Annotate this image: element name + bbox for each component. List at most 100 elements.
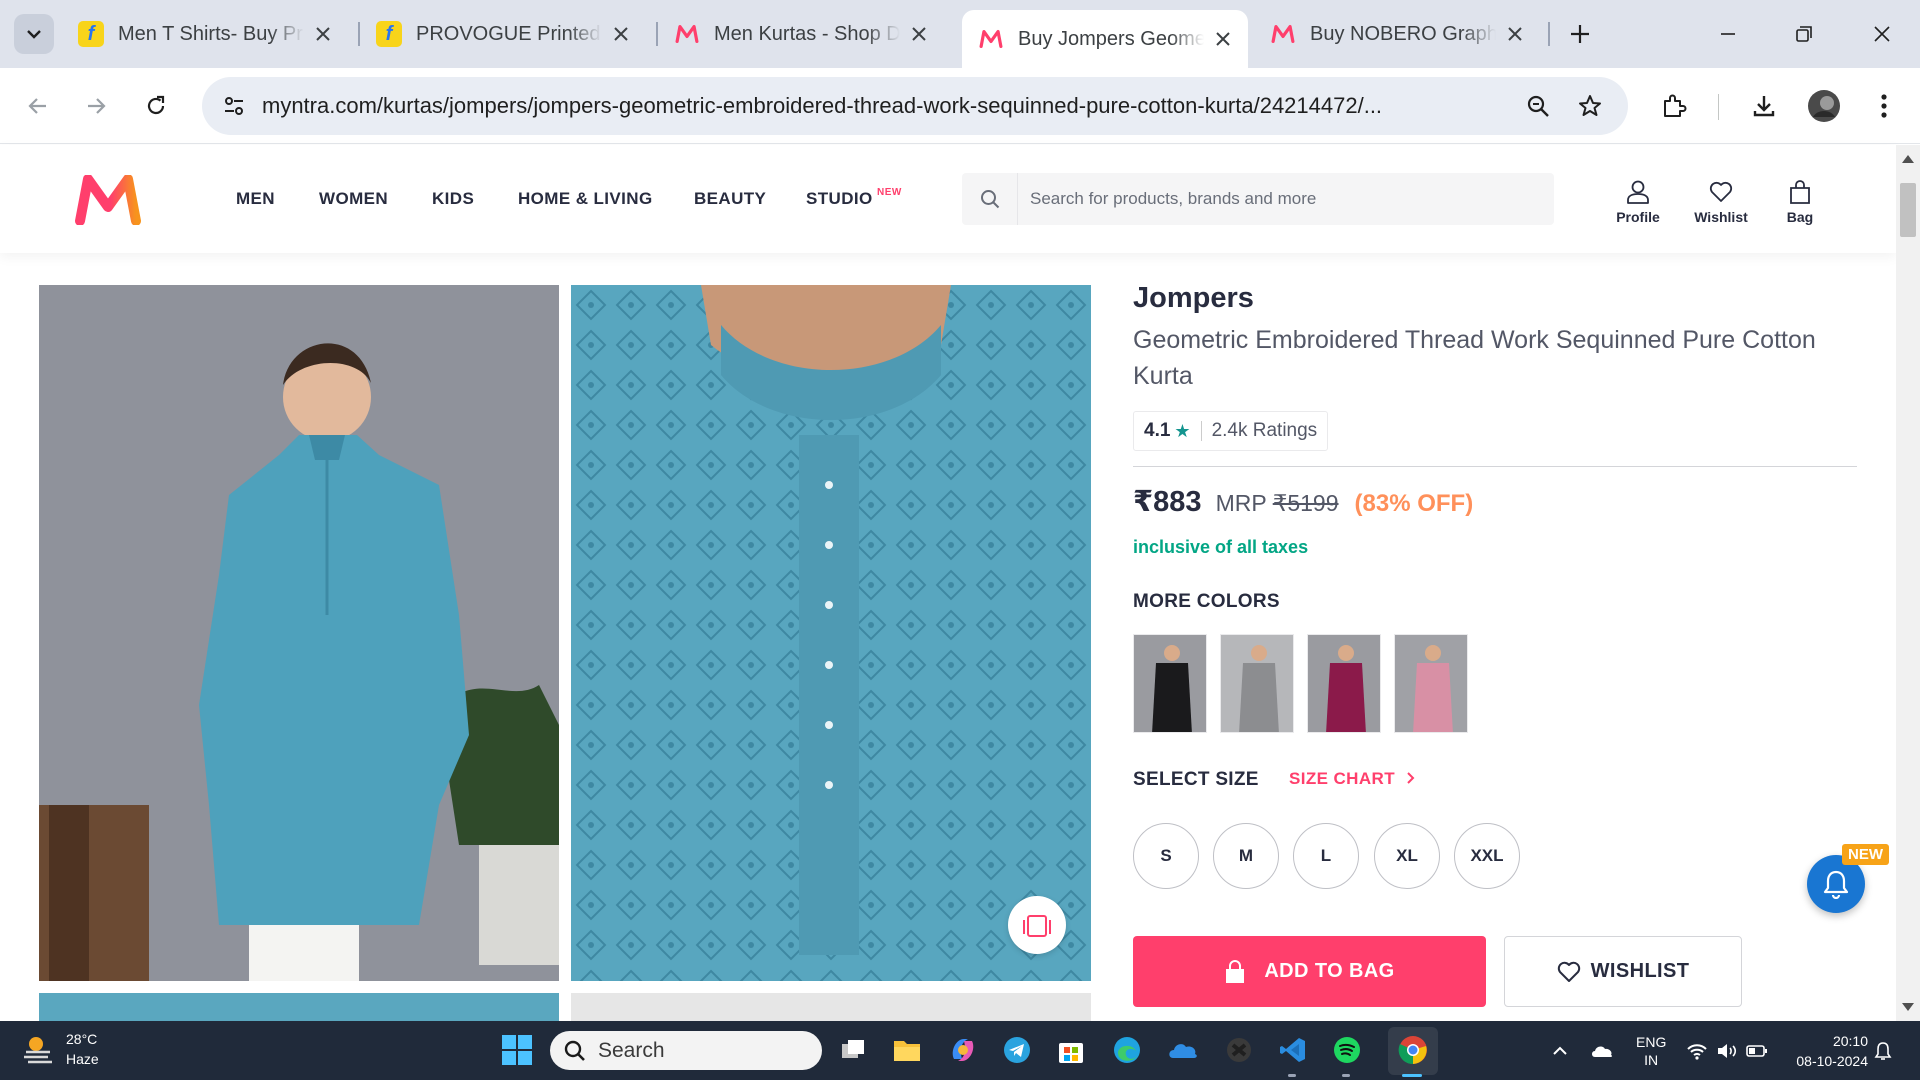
forward-button[interactable] (74, 84, 118, 128)
profile-button[interactable]: Profile (1603, 179, 1673, 225)
system-clock[interactable]: 20:10 08-10-2024 (1786, 1031, 1868, 1071)
vscode-icon[interactable] (1276, 1033, 1310, 1067)
bag-button[interactable]: Bag (1765, 179, 1835, 225)
bookmark-star-icon[interactable] (1572, 88, 1608, 124)
bag-icon (1226, 959, 1245, 983)
taskbar-search[interactable]: Search (550, 1031, 822, 1070)
page-scrollbar[interactable] (1896, 145, 1920, 1021)
size-chart-link[interactable]: SIZE CHART (1289, 769, 1416, 789)
downloads-button[interactable] (1742, 84, 1786, 128)
minimize-button[interactable] (1706, 14, 1750, 54)
profile-label: Profile (1616, 209, 1660, 225)
add-to-bag-button[interactable]: ADD TO BAG (1133, 936, 1486, 1007)
browser-tab[interactable]: f PROVOGUE Printed (360, 10, 646, 58)
reload-button[interactable] (134, 84, 178, 128)
address-bar[interactable]: myntra.com/kurtas/jompers/jompers-geomet… (202, 77, 1628, 135)
size-button-l[interactable]: L (1293, 823, 1359, 889)
windows-logo-icon (502, 1051, 516, 1065)
close-icon[interactable] (1504, 23, 1526, 45)
weather-haze-icon (24, 1037, 52, 1064)
add-to-bag-label: ADD TO BAG (1264, 960, 1395, 982)
chrome-menu-button[interactable] (1862, 84, 1906, 128)
onedrive-icon[interactable] (1166, 1033, 1200, 1067)
product-image-1[interactable] (39, 285, 559, 981)
notifications-icon[interactable] (1874, 1021, 1892, 1080)
product-image-3[interactable] (39, 993, 559, 1023)
rating-badge[interactable]: 4.1 ★ 2.4k Ratings (1133, 411, 1329, 451)
myntra-logo[interactable] (74, 174, 142, 226)
scroll-thumb[interactable] (1900, 183, 1916, 237)
color-swatch-black[interactable] (1133, 634, 1207, 733)
size-chart-label: SIZE CHART (1289, 769, 1395, 788)
tray-overflow-button[interactable] (1552, 1021, 1568, 1080)
chevron-up-icon (1553, 1046, 1567, 1055)
browser-toolbar: myntra.com/kurtas/jompers/jompers-geomet… (0, 68, 1920, 144)
language-indicator[interactable]: ENG IN (1636, 1021, 1666, 1080)
nav-studio[interactable]: STUDIO (806, 189, 873, 209)
edge-icon[interactable] (1110, 1033, 1144, 1067)
avatar-icon (1808, 90, 1840, 122)
wishlist-header-button[interactable]: Wishlist (1686, 179, 1756, 225)
close-icon[interactable] (610, 23, 632, 45)
weather-widget[interactable]: 28°C Haze (22, 1029, 99, 1069)
close-icon[interactable] (312, 23, 334, 45)
url-text[interactable]: myntra.com/kurtas/jompers/jompers-geomet… (262, 77, 1492, 135)
size-button-s[interactable]: S (1133, 823, 1199, 889)
product-image-4[interactable] (571, 993, 1091, 1023)
chrome-icon[interactable] (1396, 1033, 1430, 1067)
wifi-icon[interactable] (1686, 1021, 1708, 1080)
tab-search-button[interactable] (14, 14, 54, 54)
flipkart-icon: f (78, 21, 104, 47)
nav-beauty[interactable]: BEAUTY (694, 189, 766, 209)
close-icon[interactable] (1212, 28, 1234, 50)
cloud-icon[interactable] (1590, 1021, 1614, 1080)
spotify-icon[interactable] (1330, 1033, 1364, 1067)
close-window-button[interactable] (1860, 14, 1904, 54)
product-image-2[interactable] (571, 285, 1091, 981)
bag-icon (1790, 180, 1810, 204)
nav-kids[interactable]: KIDS (432, 189, 474, 209)
volume-icon[interactable] (1716, 1021, 1738, 1080)
microsoft-store-icon[interactable] (1054, 1033, 1088, 1067)
size-button-xxl[interactable]: XXL (1454, 823, 1520, 889)
zoom-icon[interactable] (1520, 88, 1556, 124)
view-similar-button[interactable] (1008, 896, 1066, 954)
telegram-icon[interactable] (1000, 1033, 1034, 1067)
mrp-value: ₹5199 (1272, 490, 1339, 516)
start-button[interactable] (502, 1035, 532, 1065)
app-dark-icon[interactable] (1222, 1033, 1256, 1067)
restore-button[interactable] (1782, 14, 1826, 54)
search-input[interactable] (1030, 173, 1540, 225)
rating-count: 2.4k Ratings (1211, 420, 1318, 441)
color-swatch-pink[interactable] (1394, 634, 1468, 733)
wishlist-button[interactable]: WISHLIST (1504, 936, 1742, 1007)
battery-icon[interactable] (1746, 1021, 1768, 1080)
tab-title: Men T Shirts- Buy Pr (118, 22, 303, 45)
scroll-down-arrow[interactable] (1902, 1003, 1914, 1011)
size-button-xl[interactable]: XL (1374, 823, 1440, 889)
browser-tab[interactable]: Men Kurtas - Shop D (658, 10, 944, 58)
file-explorer-icon[interactable] (890, 1033, 924, 1067)
size-button-m[interactable]: M (1213, 823, 1279, 889)
extensions-button[interactable] (1652, 84, 1696, 128)
browser-tab[interactable]: f Men T Shirts- Buy Pr (62, 10, 348, 58)
nav-men[interactable]: MEN (236, 189, 275, 209)
browser-tab[interactable]: Buy NOBERO Graph (1254, 10, 1540, 58)
back-button[interactable] (16, 84, 60, 128)
nav-home-living[interactable]: HOME & LIVING (518, 189, 653, 209)
task-view-icon[interactable] (837, 1033, 871, 1067)
color-swatch-magenta[interactable] (1307, 634, 1381, 733)
search-icon[interactable] (962, 173, 1018, 225)
color-swatch-grey[interactable] (1220, 634, 1294, 733)
scroll-up-arrow[interactable] (1902, 155, 1914, 163)
copilot-icon[interactable] (946, 1033, 980, 1067)
site-info-icon[interactable] (216, 88, 252, 124)
new-tab-button[interactable] (1562, 16, 1598, 52)
profile-avatar[interactable] (1802, 84, 1846, 128)
product-brand[interactable]: Jompers (1133, 282, 1254, 315)
myntra-icon (674, 21, 700, 47)
nav-women[interactable]: WOMEN (319, 189, 388, 209)
arrow-right-icon (88, 98, 106, 114)
close-icon[interactable] (908, 23, 930, 45)
browser-tab-active[interactable]: Buy Jompers Geome (962, 10, 1248, 68)
